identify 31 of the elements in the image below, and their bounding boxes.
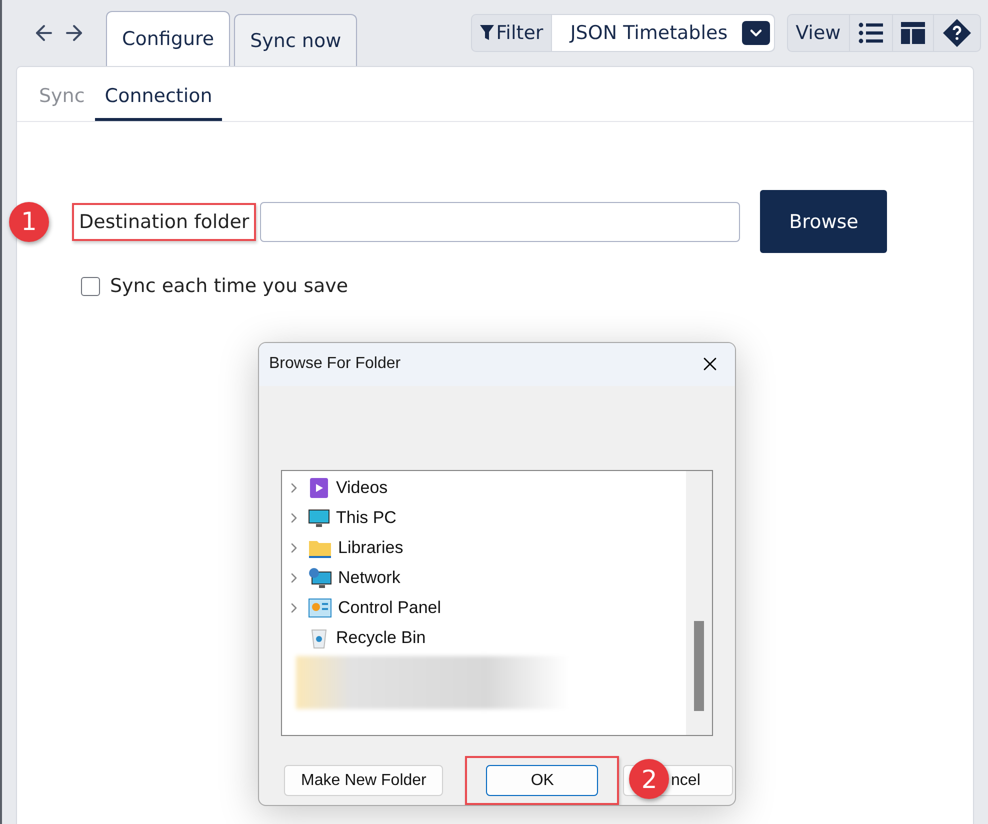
chevron-down-icon bbox=[742, 21, 770, 45]
browse-button[interactable]: Browse bbox=[760, 190, 888, 253]
scroll-thumb[interactable] bbox=[694, 620, 704, 711]
network-icon bbox=[308, 566, 332, 589]
checkbox[interactable] bbox=[81, 276, 100, 296]
callout-badge: 1 bbox=[9, 202, 49, 242]
destination-folder-label: Destination folder bbox=[72, 202, 256, 240]
dialog-title: Browse For Folder bbox=[269, 355, 401, 374]
funnel-icon bbox=[480, 25, 494, 41]
top-tab[interactable]: Sync now bbox=[234, 14, 358, 66]
dialog-button[interactable]: OK bbox=[486, 765, 598, 796]
list-icon bbox=[858, 22, 884, 44]
tree-item[interactable]: Control Panel bbox=[338, 598, 442, 618]
tree-item[interactable]: Network bbox=[338, 568, 400, 588]
tree-item[interactable]: Recycle Bin bbox=[336, 628, 426, 648]
monitor-icon bbox=[308, 506, 330, 529]
tree-item[interactable]: Videos bbox=[336, 478, 388, 498]
checkbox-label: Sync each time you save bbox=[110, 275, 348, 297]
dialog-button[interactable]: Make New Folder bbox=[284, 765, 444, 796]
tree-item[interactable]: Libraries bbox=[338, 538, 404, 558]
layout-icon bbox=[900, 22, 925, 44]
video-icon bbox=[308, 476, 330, 499]
timetable-dropdown[interactable]: JSON Timetables bbox=[552, 15, 774, 51]
help-icon bbox=[942, 18, 972, 48]
control-panel-icon bbox=[308, 596, 332, 619]
top-tab[interactable]: Configure bbox=[106, 11, 230, 66]
tree-item[interactable]: This PC bbox=[336, 508, 396, 528]
callout-badge: 2 bbox=[629, 759, 670, 799]
destination-folder-field[interactable] bbox=[260, 202, 740, 242]
scrollbar[interactable] bbox=[686, 470, 712, 735]
sub-tab[interactable]: Connection bbox=[94, 73, 222, 121]
